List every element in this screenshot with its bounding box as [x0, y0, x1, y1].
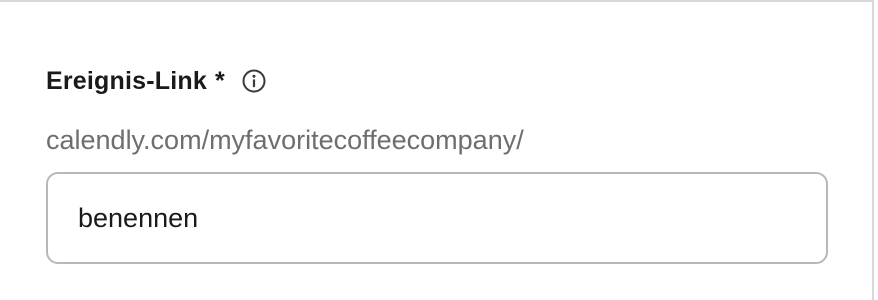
event-link-label: Ereignis-Link	[46, 66, 207, 95]
event-link-label-row: Ereignis-Link *	[46, 64, 267, 98]
form-panel: Ereignis-Link * calendly.com/myfavoritec…	[0, 0, 874, 300]
info-circle-icon[interactable]	[241, 68, 267, 94]
event-slug-input[interactable]	[46, 172, 828, 264]
url-prefix: calendly.com/myfavoritecoffeecompany/	[46, 125, 524, 155]
required-marker: *	[214, 66, 225, 95]
